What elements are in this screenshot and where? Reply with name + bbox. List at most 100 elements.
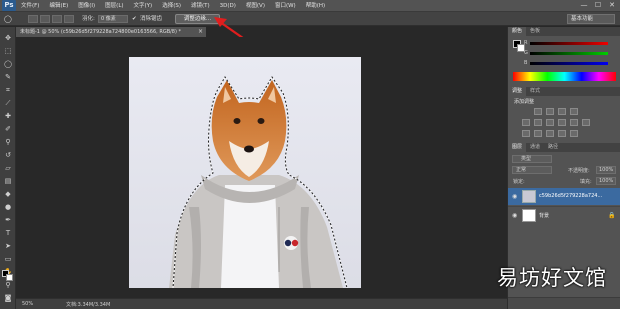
minimize-button[interactable]: —	[580, 1, 588, 9]
green-slider[interactable]	[530, 52, 608, 55]
lasso-tool-icon[interactable]: ◯	[3, 59, 13, 69]
fill-input[interactable]: 100%	[596, 177, 616, 185]
window-controls: — ☐ ✕	[580, 1, 616, 9]
options-bar: ◯ 羽化: 0 像素 ✔ 消除锯齿 调整边缘... 基本功能	[0, 12, 620, 26]
layer-row-active[interactable]: ◉ c59b26d5f279228a724...	[508, 188, 620, 205]
selective-color-icon[interactable]	[570, 130, 578, 137]
menu-view[interactable]: 视图(V)	[241, 0, 270, 12]
exposure-icon[interactable]	[570, 108, 578, 115]
menu-layer[interactable]: 图层(L)	[100, 0, 128, 12]
add-adjustment-label: 添加调整	[514, 99, 535, 105]
menu-file[interactable]: 文件(F)	[16, 0, 44, 12]
blue-slider[interactable]	[530, 62, 608, 65]
healing-icon[interactable]: ✚	[3, 111, 13, 121]
tab-channels[interactable]: 通道	[526, 143, 544, 152]
tab-swatches[interactable]: 色板	[526, 27, 544, 36]
lasso-icon[interactable]: ◯	[4, 15, 12, 23]
gradient-icon[interactable]: ▤	[3, 176, 13, 186]
layers-footer	[508, 297, 620, 309]
quick-select-icon[interactable]: ✎	[3, 72, 13, 82]
eye-icon[interactable]: ◉	[512, 212, 517, 219]
invert-icon[interactable]	[522, 130, 530, 137]
menu-select[interactable]: 选择(S)	[157, 0, 186, 12]
lock-label: 锁定:	[513, 179, 525, 185]
menu-filter[interactable]: 滤镜(T)	[186, 0, 215, 12]
zoom-icon[interactable]: ⚲	[3, 280, 13, 290]
hue-icon[interactable]	[534, 119, 542, 126]
layer-filter-select[interactable]: 类型	[512, 155, 552, 163]
fill-label: 填充:	[580, 179, 592, 185]
stamp-icon[interactable]: ⚲	[3, 137, 13, 147]
tab-styles[interactable]: 样式	[526, 87, 544, 96]
channel-b-label: B	[524, 60, 528, 66]
maximize-button[interactable]: ☐	[594, 1, 602, 9]
feather-label: 羽化:	[82, 16, 95, 22]
document-title: 未标题-1 @ 50% (c59b26d5f279228a724800e0163…	[20, 29, 182, 35]
menu-edit[interactable]: 编辑(E)	[44, 0, 73, 12]
marquee-icon[interactable]: ⬚	[3, 46, 13, 56]
eyedropper-icon[interactable]: ⟋	[3, 98, 13, 108]
intersect-selection-icon[interactable]	[64, 15, 74, 23]
zoom-level[interactable]: 50%	[22, 301, 33, 307]
canvas-image[interactable]	[129, 57, 361, 288]
threshold-icon[interactable]	[546, 130, 554, 137]
photo-filter-icon[interactable]	[570, 119, 578, 126]
opacity-label: 不透明度:	[568, 168, 590, 174]
menu-bar: Ps 文件(F) 编辑(E) 图像(I) 图层(L) 文字(Y) 选择(S) 滤…	[0, 0, 620, 12]
channel-mixer-icon[interactable]	[582, 119, 590, 126]
menu-help[interactable]: 帮助(H)	[301, 0, 330, 12]
tab-paths[interactable]: 路径	[544, 143, 562, 152]
tab-color[interactable]: 颜色	[508, 27, 527, 36]
layer-name[interactable]: c59b26d5f279228a724...	[539, 193, 602, 199]
history-brush-icon[interactable]: ↺	[3, 150, 13, 160]
curves-icon[interactable]	[558, 108, 566, 115]
menu-3d[interactable]: 3D(D)	[215, 0, 241, 12]
antialias-checkbox[interactable]: ✔	[132, 15, 137, 23]
blur-icon[interactable]: ◆	[3, 189, 13, 199]
workspace-select[interactable]: 基本功能	[567, 14, 615, 24]
color-panel-tabs: 颜色 色板	[508, 27, 620, 36]
layer-thumbnail	[522, 209, 536, 222]
ps-logo-icon[interactable]: Ps	[2, 0, 16, 11]
menu-window[interactable]: 窗口(W)	[270, 0, 301, 12]
feather-input[interactable]: 0 像素	[98, 15, 128, 23]
tools-panel: ✥ ⬚ ◯ ✎ ⌗ ⟋ ✚ ✐ ⚲ ↺ ▱ ▤ ◆ ● ✒ T ➤ ▭ ✋ ⚲ …	[0, 27, 16, 309]
document-tab[interactable]: 未标题-1 @ 50% (c59b26d5f279228a724800e0163…	[16, 27, 206, 37]
levels-icon[interactable]	[546, 108, 554, 115]
posterize-icon[interactable]	[534, 130, 542, 137]
brightness-icon[interactable]	[534, 108, 542, 115]
color-spectrum[interactable]	[513, 72, 616, 81]
path-select-icon[interactable]: ➤	[3, 241, 13, 251]
new-selection-icon[interactable]	[28, 15, 38, 23]
dodge-icon[interactable]: ●	[3, 202, 13, 212]
eye-icon[interactable]: ◉	[512, 193, 517, 200]
text-icon[interactable]: T	[3, 228, 13, 238]
close-tab-icon[interactable]: ×	[198, 27, 203, 37]
pen-icon[interactable]: ✒	[3, 215, 13, 225]
lock-icon: 🔒	[608, 212, 616, 219]
subtract-selection-icon[interactable]	[52, 15, 62, 23]
document-info[interactable]: 文档:3.34M/3.34M	[66, 301, 110, 308]
crop-icon[interactable]: ⌗	[3, 85, 13, 95]
opacity-input[interactable]: 100%	[596, 166, 616, 174]
move-icon[interactable]: ✥	[3, 33, 13, 43]
tab-layers[interactable]: 图层	[508, 143, 527, 152]
background-color-swatch[interactable]	[6, 274, 13, 281]
menu-image[interactable]: 图像(I)	[73, 0, 100, 12]
menu-type[interactable]: 文字(Y)	[129, 0, 158, 12]
shape-icon[interactable]: ▭	[3, 254, 13, 264]
black-white-icon[interactable]	[558, 119, 566, 126]
color-balance-icon[interactable]	[546, 119, 554, 126]
quick-mask-icon[interactable]: ◙	[3, 293, 13, 303]
red-slider[interactable]	[530, 42, 608, 45]
layer-name[interactable]: 背景	[539, 212, 549, 219]
eraser-icon[interactable]: ▱	[3, 163, 13, 173]
gradient-map-icon[interactable]	[558, 130, 566, 137]
layer-row-background[interactable]: ◉ 背景 🔒	[508, 206, 620, 223]
add-selection-icon[interactable]	[40, 15, 50, 23]
vibrance-icon[interactable]	[522, 119, 530, 126]
tab-adjustments[interactable]: 调整	[508, 87, 527, 96]
blend-mode-select[interactable]: 正常	[512, 166, 552, 174]
close-button[interactable]: ✕	[608, 1, 616, 9]
brush-icon[interactable]: ✐	[3, 124, 13, 134]
